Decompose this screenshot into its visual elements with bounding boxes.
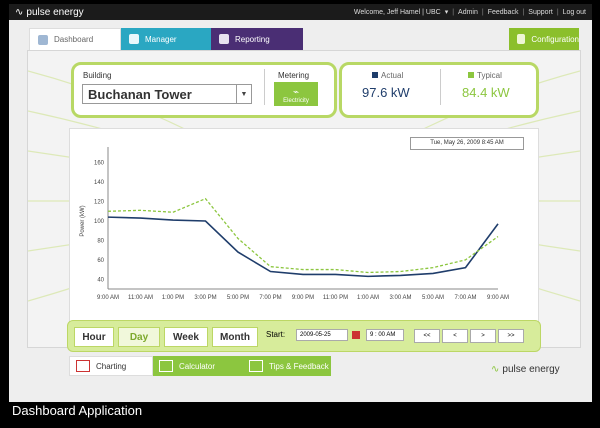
bottom-logo: ∿ pulse energy bbox=[491, 364, 560, 375]
y-tick-label: 160 bbox=[94, 161, 105, 167]
y-tick-label: 120 bbox=[94, 200, 105, 206]
readings-panel: Actual 97.6 kW Typical 84.4 kW bbox=[339, 62, 539, 118]
x-tick-label: 7:00 AM bbox=[454, 295, 476, 301]
tab-tips-feedback[interactable]: Tips & Feedback bbox=[243, 356, 331, 376]
hour-button[interactable]: Hour bbox=[74, 327, 114, 347]
start-label: Start: bbox=[266, 330, 286, 339]
calendar-icon[interactable] bbox=[352, 331, 360, 339]
y-tick-label: 140 bbox=[94, 180, 105, 186]
start-date-input[interactable]: 2009-05-25 bbox=[296, 329, 348, 341]
tab-manager[interactable]: Manager bbox=[121, 28, 211, 50]
user-links: Welcome, Jeff Hamel | UBC ▾ | Admin | Fe… bbox=[353, 8, 586, 17]
welcome-text: Welcome, Jeff Hamel | UBC bbox=[353, 8, 441, 16]
logout-link[interactable]: Log out bbox=[563, 9, 586, 16]
series-line-typical bbox=[107, 197, 499, 274]
building-label: Building bbox=[83, 71, 112, 80]
tab-calculator[interactable]: Calculator bbox=[153, 356, 243, 376]
reporting-icon bbox=[219, 34, 229, 44]
x-tick-label: 3:00 PM bbox=[194, 295, 216, 301]
pulse-logo-icon: ∿ bbox=[491, 364, 500, 375]
configuration-icon bbox=[517, 34, 526, 44]
screenshot-frame: ∿ pulse energy Welcome, Jeff Hamel | UBC… bbox=[0, 0, 600, 428]
feedback-link[interactable]: Feedback bbox=[488, 9, 519, 16]
tab-dashboard[interactable]: Dashboard bbox=[29, 28, 121, 50]
main-tabs: Dashboard Manager Reporting Configuratio… bbox=[9, 28, 592, 50]
x-tick-label: 11:00 AM bbox=[128, 295, 153, 301]
x-tick-label: 9:00 PM bbox=[292, 295, 314, 301]
chart-timestamp: Tue, May 26, 2009 8:45 AM bbox=[410, 137, 524, 150]
x-tick-label: 11:00 PM bbox=[323, 295, 348, 301]
dashboard-icon bbox=[38, 34, 48, 45]
electricity-button[interactable]: ⌁ Electricity bbox=[274, 82, 318, 106]
x-tick-label: 5:00 PM bbox=[227, 295, 249, 301]
tab-charting[interactable]: Charting bbox=[69, 356, 153, 376]
y-axis-label: Power (kW) bbox=[80, 205, 86, 236]
caption: Dashboard Application bbox=[12, 403, 143, 418]
charting-icon bbox=[76, 360, 90, 372]
app-window: Dashboard Manager Reporting Configuratio… bbox=[9, 20, 592, 402]
y-tick-label: 60 bbox=[97, 258, 104, 264]
last-button[interactable]: >> bbox=[498, 329, 524, 343]
tab-reporting[interactable]: Reporting bbox=[211, 28, 303, 50]
series-line-actual bbox=[107, 216, 499, 278]
actual-heading: Actual bbox=[372, 71, 403, 80]
day-button[interactable]: Day bbox=[118, 327, 160, 347]
x-tick-label: 3:00 AM bbox=[389, 295, 411, 301]
first-button[interactable]: << bbox=[414, 329, 440, 343]
chart-panel: Tue, May 26, 2009 8:45 AM 40 60 80 100 120 14… bbox=[69, 128, 539, 322]
manager-icon bbox=[129, 34, 139, 44]
week-button[interactable]: Week bbox=[164, 327, 208, 347]
support-link[interactable]: Support bbox=[528, 9, 553, 16]
range-controls: Hour Day Week Month Start: 2009-05-25 9 … bbox=[67, 320, 541, 352]
y-tick-label: 100 bbox=[94, 219, 105, 225]
chevron-down-icon[interactable]: ▾ bbox=[445, 8, 449, 16]
typical-checkbox-icon[interactable] bbox=[468, 72, 474, 78]
x-tick-label: 9:00 AM bbox=[487, 295, 509, 301]
chevron-down-icon: ▼ bbox=[236, 85, 251, 103]
actual-value: 97.6 kW bbox=[362, 85, 410, 100]
top-bar: ∿ pulse energy Welcome, Jeff Hamel | UBC… bbox=[9, 4, 592, 20]
y-tick-label: 40 bbox=[97, 277, 104, 283]
typical-value: 84.4 kW bbox=[462, 85, 510, 100]
tab-configuration[interactable]: Configuration bbox=[509, 28, 579, 50]
calculator-icon bbox=[159, 360, 173, 372]
x-tick-label: 1:00 AM bbox=[357, 295, 379, 301]
building-select[interactable]: Buchanan Tower ▼ bbox=[82, 84, 252, 104]
top-logo: ∿ pulse energy bbox=[15, 6, 84, 18]
tips-icon bbox=[249, 360, 263, 372]
actual-checkbox-icon[interactable] bbox=[372, 72, 378, 78]
y-tick-label: 80 bbox=[97, 238, 104, 244]
admin-link[interactable]: Admin bbox=[458, 9, 478, 16]
building-panel: Building Buchanan Tower ▼ Metering ⌁ Ele… bbox=[71, 62, 337, 118]
previous-button[interactable]: < bbox=[442, 329, 468, 343]
typical-heading: Typical bbox=[468, 71, 502, 80]
x-tick-label: 7:00 PM bbox=[259, 295, 281, 301]
x-tick-label: 9:00 AM bbox=[97, 295, 119, 301]
month-button[interactable]: Month bbox=[212, 327, 258, 347]
power-chart: 40 60 80 100 120 140 160 9:00 AM 11:00 AM 1:00 PM… bbox=[80, 147, 509, 301]
next-button[interactable]: > bbox=[470, 329, 496, 343]
pulse-logo-icon: ∿ bbox=[15, 6, 24, 18]
x-tick-label: 1:00 PM bbox=[162, 295, 184, 301]
start-time-input[interactable]: 9 : 00 AM bbox=[366, 329, 404, 341]
electricity-icon: ⌁ bbox=[292, 87, 300, 98]
x-tick-label: 5:00 AM bbox=[422, 295, 444, 301]
metering-label: Metering bbox=[278, 71, 310, 80]
